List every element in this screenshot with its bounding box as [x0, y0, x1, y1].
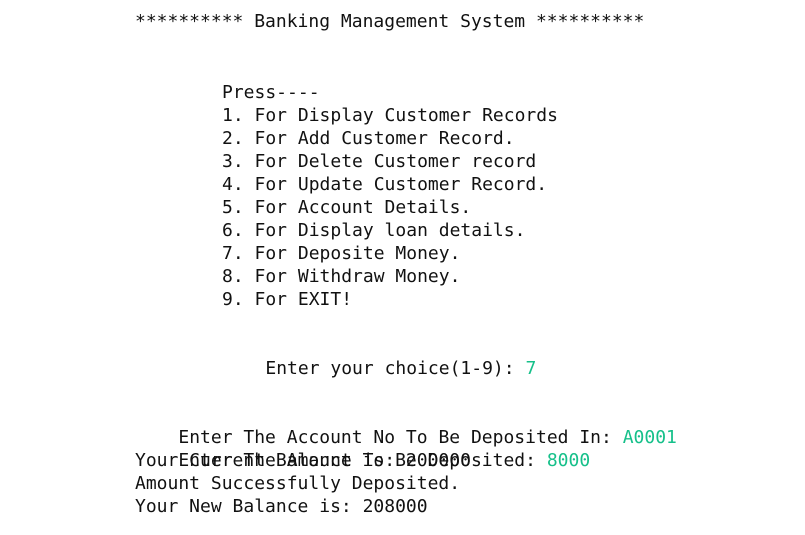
account-no-input-value[interactable]: A0001	[623, 427, 677, 448]
menu-item-delete-customer-record: 3. For Delete Customer record	[222, 151, 537, 172]
menu-item-withdraw-money: 8. For Withdraw Money.	[222, 266, 461, 287]
choice-prompt-label: Enter your choice(1-9):	[265, 358, 526, 379]
menu-item-display-loan-details: 6. For Display loan details.	[222, 220, 526, 241]
menu-item-exit: 9. For EXIT!	[222, 289, 353, 310]
choice-input-value[interactable]: 7	[525, 358, 536, 379]
menu-item-display-customer-records: 1. For Display Customer Records	[222, 105, 558, 126]
new-balance-text: Your New Balance is: 208000	[135, 496, 428, 517]
amount-prompt-line[interactable]: Enter The Amount To Be Deposited: 8000	[135, 426, 590, 471]
console-window: ********** Banking Management System ***…	[0, 0, 805, 535]
menu-item-update-customer-record: 4. For Update Customer Record.	[222, 174, 548, 195]
menu-header: Press----	[222, 82, 320, 103]
menu-item-account-details: 5. For Account Details.	[222, 197, 472, 218]
deposit-success-text: Amount Successfully Deposited.	[135, 473, 461, 494]
account-no-prompt-line[interactable]: Enter The Account No To Be Deposited In:…	[135, 403, 677, 448]
choice-prompt-line[interactable]: Enter your choice(1-9): 7	[222, 334, 536, 379]
menu-item-add-customer-record: 2. For Add Customer Record.	[222, 128, 515, 149]
app-title: ********** Banking Management System ***…	[135, 11, 645, 32]
current-balance-text: Your Current Balance is: 200000	[135, 450, 471, 471]
menu-item-deposite-money: 7. For Deposite Money.	[222, 243, 461, 264]
amount-input-value[interactable]: 8000	[547, 450, 590, 471]
